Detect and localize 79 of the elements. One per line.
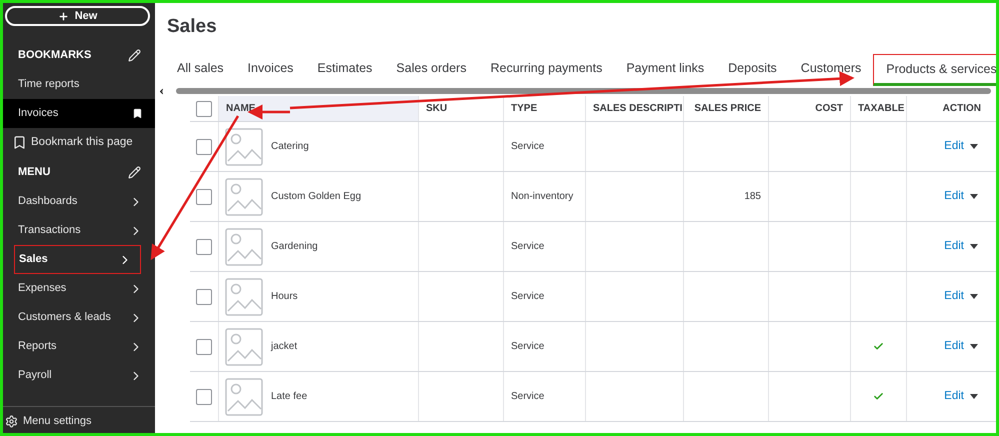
product-name: Gardening	[271, 240, 318, 254]
scroll-left-icon[interactable]	[157, 86, 166, 96]
edit-link[interactable]: Edit	[944, 188, 964, 206]
tab[interactable]: Estimates	[305, 54, 384, 86]
product-type: Non-inventory	[511, 190, 574, 204]
product-type: Service	[511, 140, 544, 154]
column-header[interactable]: TYPE	[511, 101, 538, 116]
check-icon	[873, 391, 884, 402]
edit-icon[interactable]	[128, 48, 141, 62]
settings-icon[interactable]	[5, 415, 18, 428]
row-checkbox[interactable]	[196, 100, 212, 116]
caret-icon[interactable]	[970, 194, 978, 199]
caret-icon[interactable]	[970, 144, 978, 149]
edit-link[interactable]: Edit	[944, 288, 964, 306]
edit-icon[interactable]	[128, 166, 141, 178]
bookmark-icon	[132, 108, 143, 119]
row-checkbox[interactable]	[196, 138, 212, 154]
section-heading: BOOKMARKS	[18, 48, 92, 63]
caret-icon[interactable]	[970, 394, 978, 399]
sidebar-item[interactable]: Payroll	[0, 361, 155, 390]
bookmark-icon	[12, 135, 27, 150]
row-checkbox[interactable]	[196, 238, 212, 254]
edit-link[interactable]: Edit	[944, 338, 964, 356]
product-name: Custom Golden Egg	[271, 190, 362, 204]
plus-icon	[58, 10, 69, 22]
sidebar-item[interactable]: Transactions	[0, 216, 155, 245]
image-placeholder-icon	[225, 328, 263, 366]
column-header[interactable]: ACTION	[942, 101, 981, 116]
tab[interactable]: All sales	[165, 54, 236, 86]
image-placeholder-icon	[225, 178, 263, 216]
image-placeholder-icon	[225, 378, 263, 416]
edit-link[interactable]: Edit	[944, 388, 964, 406]
sidebar-item[interactable]: Sales	[14, 245, 141, 274]
row-checkbox[interactable]	[196, 288, 212, 304]
image-placeholder-icon	[225, 278, 263, 316]
column-header[interactable]: COST	[815, 101, 843, 116]
image-placeholder-icon	[225, 128, 263, 166]
product-type: Service	[511, 390, 544, 404]
sidebar-item[interactable]: Customers & leads	[0, 303, 155, 332]
sidebar-item[interactable]: Reports	[0, 332, 155, 361]
product-name: Catering	[271, 140, 309, 154]
section-heading: MENU	[18, 164, 50, 180]
page-title: Sales	[166, 15, 218, 39]
sidebar-item[interactable]: Dashboards	[0, 187, 155, 216]
column-header[interactable]: TAXABLE	[858, 101, 904, 116]
row-checkbox[interactable]	[196, 338, 212, 354]
tab[interactable]: Recurring payments	[478, 54, 614, 86]
caret-icon[interactable]	[970, 244, 978, 249]
edit-link[interactable]: Edit	[944, 238, 964, 256]
tab[interactable]: Invoices	[236, 54, 306, 86]
sidebar-item[interactable]: Time reports	[0, 70, 155, 99]
row-checkbox[interactable]	[196, 388, 212, 404]
product-type: Service	[511, 240, 544, 254]
sales-price: 185	[744, 190, 761, 204]
caret-icon[interactable]	[970, 344, 978, 349]
column-header[interactable]: NAME	[226, 101, 256, 116]
edit-link[interactable]: Edit	[944, 138, 964, 156]
column-header[interactable]: SALES PRICE	[694, 101, 761, 116]
row-checkbox[interactable]	[196, 188, 212, 204]
bookmark-page-link[interactable]: Bookmark this page	[0, 128, 155, 157]
tab[interactable]: Customers	[788, 54, 874, 86]
product-type: Service	[511, 340, 544, 354]
column-header[interactable]: SKU	[426, 101, 448, 116]
product-type: Service	[511, 290, 544, 304]
image-placeholder-icon	[225, 228, 263, 266]
tab[interactable]: Payment links	[614, 54, 716, 86]
tab[interactable]: Sales orders	[384, 54, 478, 86]
tab[interactable]: Deposits	[716, 54, 789, 86]
sidebar-item[interactable]: Invoices	[0, 99, 155, 128]
column-header[interactable]: SALES DESCRIPTI	[593, 101, 682, 116]
check-icon	[873, 341, 884, 352]
product-name: Late fee	[271, 390, 308, 404]
menu-settings-link[interactable]: Menu settings	[23, 413, 92, 430]
horizontal-scrollbar[interactable]	[176, 88, 991, 94]
product-name: Hours	[271, 290, 298, 304]
new-button[interactable]: New	[5, 6, 150, 26]
sidebar-item[interactable]: Expenses	[0, 274, 155, 303]
caret-icon[interactable]	[970, 294, 978, 299]
product-name: jacket	[271, 340, 298, 354]
